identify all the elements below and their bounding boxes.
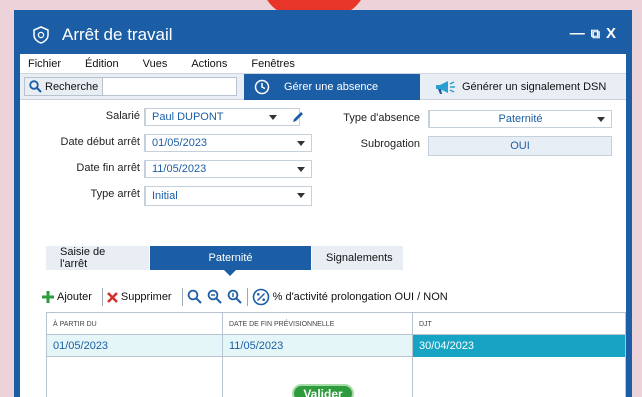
app-window: Arrêt de travail — ⧉ X Fichier Édition V… <box>14 10 632 397</box>
add-button-label: Ajouter <box>57 291 92 303</box>
subrogation-toggle[interactable]: OUI <box>428 136 612 156</box>
toolbar-divider <box>246 288 248 306</box>
restore-button[interactable]: ⧉ <box>591 26 600 42</box>
subrogation-value: OUI <box>510 140 530 152</box>
delete-button[interactable]: Supprimer <box>106 291 178 303</box>
salarie-value: Paul DUPONT <box>152 111 224 123</box>
prolongation-label: % d'activité prolongation OUI / NON <box>272 291 448 303</box>
table-row[interactable]: 01/05/2023 11/05/2023 30/04/2023 <box>47 335 625 357</box>
title-bar: Arrêt de travail — ⧉ X <box>20 16 626 54</box>
chevron-down-icon <box>269 115 277 120</box>
pencil-icon[interactable] <box>291 110 305 124</box>
tab-gerer-absence[interactable]: Gérer une absence <box>244 74 420 100</box>
search-label: Recherche <box>45 80 99 93</box>
type-absence-value: Paternité <box>498 113 543 125</box>
megaphone-icon <box>436 81 455 94</box>
validate-button[interactable]: Valider <box>292 384 354 397</box>
salarie-select[interactable]: Paul DUPONT <box>144 108 300 126</box>
tab-paternite[interactable]: Paternité <box>150 246 312 276</box>
chevron-down-icon <box>297 167 305 172</box>
salarie-label: Salarié <box>105 110 140 122</box>
toolbar-divider <box>101 288 103 306</box>
menu-bar: Fichier Édition Vues Actions Fenêtres <box>20 54 626 74</box>
tab-gerer-absence-label: Gérer une absence <box>284 81 379 93</box>
cell-date-fin[interactable]: 11/05/2023 <box>223 335 413 357</box>
tab-generer-dsn-label: Générer un signalement DSN <box>462 81 607 93</box>
search-input[interactable] <box>103 78 246 95</box>
empty-column <box>47 357 223 397</box>
prolongation-button[interactable]: % d'activité prolongation OUI / NON <box>252 288 454 306</box>
plus-icon <box>42 291 54 303</box>
sub-tabs: Saisie de l'arrêt Paternité Signalements <box>46 246 404 276</box>
cell-djt[interactable]: 30/04/2023 <box>413 335 625 357</box>
search-icon[interactable] <box>187 289 203 305</box>
clock-icon <box>254 79 270 95</box>
date-fin-select[interactable]: 11/05/2023 <box>144 160 312 178</box>
toolbar-divider <box>181 288 183 306</box>
search-box: Recherche <box>24 77 246 96</box>
window-controls: — ⧉ X <box>570 25 616 42</box>
chevron-down-icon <box>297 193 305 198</box>
date-debut-label: Date début arrêt <box>60 136 141 148</box>
date-fin-label: Date fin arrêt <box>76 162 140 174</box>
toolbar: Recherche Gérer une absence Générer un s… <box>20 74 626 100</box>
absence-form: Salarié Paul DUPONT Date début arrêt 01/… <box>20 100 626 244</box>
type-arret-value: Initial <box>152 190 178 202</box>
date-debut-value: 01/05/2023 <box>152 137 208 149</box>
date-debut-select[interactable]: 01/05/2023 <box>144 134 312 152</box>
chevron-down-icon <box>297 141 305 146</box>
type-arret-select[interactable]: Initial <box>144 186 312 206</box>
type-absence-label: Type d'absence <box>343 112 420 124</box>
percent-icon <box>252 288 269 306</box>
window-title: Arrêt de travail <box>62 25 173 44</box>
menu-edition[interactable]: Édition <box>85 58 119 70</box>
menu-fichier[interactable]: Fichier <box>28 58 61 70</box>
grid-header-date-fin[interactable]: DATE DE FIN PRÉVISIONNELLE <box>223 313 413 335</box>
empty-column <box>413 357 625 397</box>
search-previous-icon[interactable] <box>227 289 243 305</box>
menu-actions[interactable]: Actions <box>191 58 227 70</box>
search-button[interactable]: Recherche <box>25 78 104 95</box>
search-next-icon[interactable] <box>207 289 223 305</box>
type-arret-label: Type arrêt <box>90 188 140 200</box>
shield-icon <box>33 26 49 44</box>
subrogation-label: Subrogation <box>360 138 420 150</box>
grid-header: À PARTIR DU DATE DE FIN PRÉVISIONNELLE D… <box>47 313 625 335</box>
add-button[interactable]: Ajouter <box>42 291 98 303</box>
type-absence-select[interactable]: Paternité <box>428 110 612 128</box>
minimize-button[interactable]: — <box>570 25 585 42</box>
tab-saisie-arret[interactable]: Saisie de l'arrêt <box>46 246 150 270</box>
grid-header-a-partir-du[interactable]: À PARTIR DU <box>47 313 223 335</box>
delete-button-label: Supprimer <box>120 291 172 303</box>
date-fin-value: 11/05/2023 <box>152 163 207 175</box>
search-icon <box>29 80 42 93</box>
close-button[interactable]: X <box>606 25 616 42</box>
tab-signalements[interactable]: Signalements <box>312 246 404 270</box>
action-bar: Ajouter Supprimer % d'activité prolongat… <box>42 286 454 308</box>
chevron-down-icon <box>597 117 605 122</box>
cell-a-partir-du[interactable]: 01/05/2023 <box>47 335 223 357</box>
menu-fenetres[interactable]: Fenêtres <box>251 58 294 70</box>
cross-icon <box>106 291 118 303</box>
tab-generer-dsn[interactable]: Générer un signalement DSN <box>424 74 626 100</box>
grid-header-djt[interactable]: DJT <box>413 313 625 335</box>
menu-vues[interactable]: Vues <box>143 58 168 70</box>
